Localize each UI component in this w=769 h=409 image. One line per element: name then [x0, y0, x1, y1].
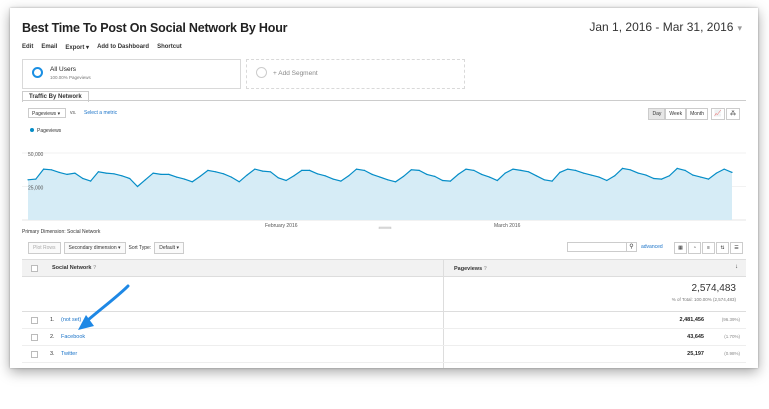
- analytics-report-window: Best Time To Post On Social Network By H…: [10, 8, 758, 368]
- annotation-arrow: [78, 284, 130, 330]
